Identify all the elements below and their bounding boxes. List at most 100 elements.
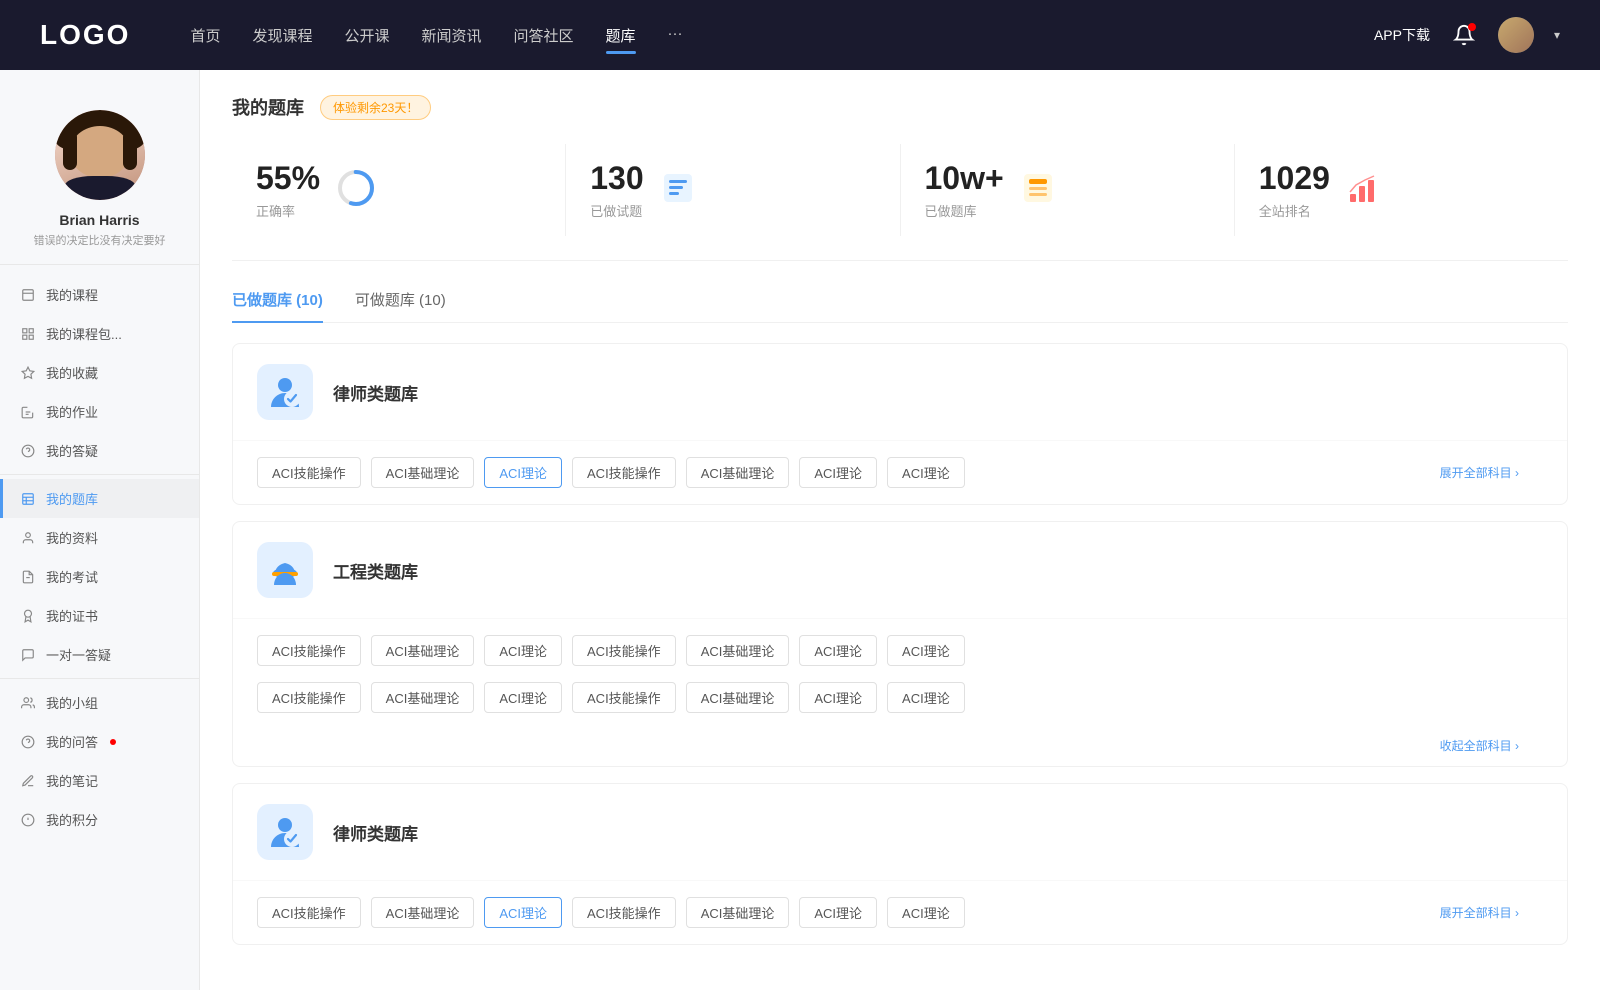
- app-download-link[interactable]: APP下载: [1374, 25, 1430, 45]
- nav-more[interactable]: ···: [668, 25, 683, 46]
- bank-tag[interactable]: ACI理论: [484, 682, 562, 713]
- collapse-link-2[interactable]: 收起全部科目 ›: [1440, 737, 1543, 754]
- bank-card-1-header: 律师类题库: [233, 344, 1567, 441]
- page-header: 我的题库 体验剩余23天！: [232, 94, 1568, 120]
- bank-tag[interactable]: ACI理论: [887, 897, 965, 928]
- sidebar-item-coursepack[interactable]: 我的课程包...: [0, 314, 199, 353]
- sidebar-item-label: 我的课程: [46, 285, 98, 304]
- bank-tag[interactable]: ACI理论: [799, 635, 877, 666]
- bank-tag[interactable]: ACI技能操作: [572, 897, 676, 928]
- bank-tag[interactable]: ACI基础理论: [686, 635, 790, 666]
- divider: [0, 474, 199, 475]
- sidebar-item-profile[interactable]: 我的资料: [0, 518, 199, 557]
- sidebar-item-favorites[interactable]: 我的收藏: [0, 353, 199, 392]
- nav-discover[interactable]: 发现课程: [252, 25, 312, 46]
- bank-tag-active[interactable]: ACI理论: [484, 897, 562, 928]
- stat-accuracy-value-group: 55% 正确率: [256, 160, 320, 220]
- sidebar-item-qa[interactable]: 我的答疑: [0, 431, 199, 470]
- stat-done-banks: 10w+ 已做题库: [901, 144, 1235, 236]
- bank-tag[interactable]: ACI技能操作: [257, 457, 361, 488]
- bank-tag[interactable]: ACI理论: [799, 682, 877, 713]
- nav-home[interactable]: 首页: [190, 25, 220, 46]
- stat-rank-value: 1029: [1259, 160, 1330, 197]
- sidebar-menu: 我的课程 我的课程包... 我的收藏 我的作业: [0, 265, 199, 849]
- sidebar-item-label: 我的题库: [46, 489, 98, 508]
- bank-tag[interactable]: ACI理论: [799, 457, 877, 488]
- notification-dot: [1468, 23, 1476, 31]
- stat-accuracy-label: 正确率: [256, 201, 320, 220]
- divider2: [0, 678, 199, 679]
- stat-accuracy-value: 55%: [256, 160, 320, 197]
- list-icon: [1020, 170, 1056, 211]
- bank-tag[interactable]: ACI理论: [887, 682, 965, 713]
- bank-tag[interactable]: ACI技能操作: [572, 635, 676, 666]
- bank-tag[interactable]: ACI基础理论: [371, 635, 475, 666]
- bank-tag-active[interactable]: ACI理论: [484, 457, 562, 488]
- notification-bell[interactable]: [1450, 21, 1478, 49]
- bank-tag[interactable]: ACI技能操作: [572, 682, 676, 713]
- stat-rank-value-group: 1029 全站排名: [1259, 160, 1330, 220]
- sidebar-item-label: 我的笔记: [46, 771, 98, 790]
- sidebar-item-notes[interactable]: 我的笔记: [0, 761, 199, 800]
- nav-news[interactable]: 新闻资讯: [422, 25, 482, 46]
- tab-done-banks[interactable]: 已做题库 (10): [232, 289, 323, 322]
- coursepack-icon: [20, 326, 36, 342]
- nav-right: APP下载 ▾: [1374, 17, 1560, 53]
- bank-tag[interactable]: ACI基础理论: [371, 682, 475, 713]
- nav-links: 首页 发现课程 公开课 新闻资讯 问答社区 题库 ···: [190, 25, 1334, 46]
- main-content: 我的题库 体验剩余23天！ 55% 正确率: [200, 70, 1600, 990]
- nav-qa[interactable]: 问答社区: [514, 25, 574, 46]
- sidebar-item-label: 我的考试: [46, 567, 98, 586]
- favorites-icon: [20, 365, 36, 381]
- sidebar-item-homework[interactable]: 我的作业: [0, 392, 199, 431]
- page-title: 我的题库: [232, 94, 304, 120]
- bank-tag[interactable]: ACI基础理论: [686, 682, 790, 713]
- bank-tag[interactable]: ACI理论: [799, 897, 877, 928]
- sidebar-item-exam[interactable]: 我的考试: [0, 557, 199, 596]
- sidebar-item-myqa[interactable]: 我的问答: [0, 722, 199, 761]
- navbar: LOGO 首页 发现课程 公开课 新闻资讯 问答社区 题库 ··· APP下载 …: [0, 0, 1600, 70]
- bank-tag[interactable]: ACI技能操作: [572, 457, 676, 488]
- bank-tag[interactable]: ACI基础理论: [686, 897, 790, 928]
- tab-available-banks[interactable]: 可做题库 (10): [355, 289, 446, 322]
- bar-icon: [1346, 170, 1382, 211]
- courses-icon: [20, 287, 36, 303]
- sidebar-item-courses[interactable]: 我的课程: [0, 275, 199, 314]
- bank-tag[interactable]: ACI理论: [887, 457, 965, 488]
- sidebar-item-label: 我的资料: [46, 528, 98, 547]
- bank-card-2-tags-row1: ACI技能操作 ACI基础理论 ACI理论 ACI技能操作 ACI基础理论 AC…: [233, 619, 1567, 682]
- myqa-icon: [20, 734, 36, 750]
- 1on1-icon: [20, 647, 36, 663]
- sidebar-item-label: 我的证书: [46, 606, 98, 625]
- sheet-icon: [660, 170, 696, 211]
- profile-chevron-icon[interactable]: ▾: [1554, 28, 1560, 42]
- sidebar-item-label: 我的作业: [46, 402, 98, 421]
- bank-tag[interactable]: ACI技能操作: [257, 635, 361, 666]
- avatar[interactable]: [1498, 17, 1534, 53]
- sidebar-item-cert[interactable]: 我的证书: [0, 596, 199, 635]
- bank-card-3-header: 律师类题库: [233, 784, 1567, 881]
- expand-link-3[interactable]: 展开全部科目 ›: [1440, 904, 1543, 921]
- sidebar-item-label: 我的答疑: [46, 441, 98, 460]
- sidebar-item-1on1[interactable]: 一对一答疑: [0, 635, 199, 674]
- nav-bank[interactable]: 题库: [606, 25, 636, 46]
- qa-icon: [20, 443, 36, 459]
- bank-tag[interactable]: ACI基础理论: [371, 457, 475, 488]
- bank-tag[interactable]: ACI技能操作: [257, 682, 361, 713]
- cert-icon: [20, 608, 36, 624]
- bank-tag[interactable]: ACI技能操作: [257, 897, 361, 928]
- sidebar-item-questionbank[interactable]: 我的题库: [0, 479, 199, 518]
- profile-icon: [20, 530, 36, 546]
- bank-tag[interactable]: ACI基础理论: [371, 897, 475, 928]
- points-icon: [20, 812, 36, 828]
- bank-tag[interactable]: ACI理论: [887, 635, 965, 666]
- trial-badge: 体验剩余23天！: [320, 95, 431, 120]
- bank-tag[interactable]: ACI理论: [484, 635, 562, 666]
- nav-opencourse[interactable]: 公开课: [344, 25, 389, 46]
- expand-link-1[interactable]: 展开全部科目 ›: [1440, 464, 1543, 481]
- sidebar-item-groups[interactable]: 我的小组: [0, 683, 199, 722]
- logo[interactable]: LOGO: [40, 19, 130, 51]
- tabs-row: 已做题库 (10) 可做题库 (10): [232, 289, 1568, 323]
- sidebar-item-points[interactable]: 我的积分: [0, 800, 199, 839]
- bank-tag[interactable]: ACI基础理论: [686, 457, 790, 488]
